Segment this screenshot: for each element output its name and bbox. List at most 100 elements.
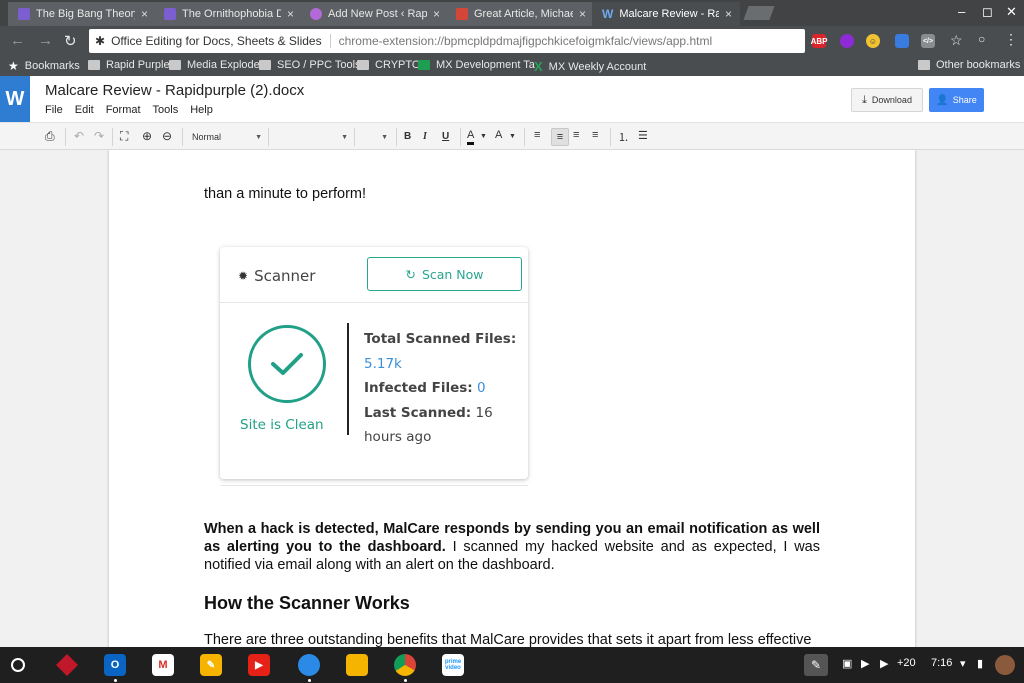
bulleted-list-icon[interactable]: ☰ [638,129,648,142]
document-page[interactable]: than a minute to perform! ✹ Scanner ↻ Sc… [109,150,915,647]
bookmark-seo-ppc-tools[interactable]: SEO / PPC Tools [259,59,361,71]
new-tab-button[interactable] [743,6,775,20]
tab-malcare-review[interactable]: W Malcare Review - Rapidpu × [592,2,740,26]
redo-icon[interactable]: ↷ [94,129,104,143]
code-extension-icon[interactable]: </> [921,34,935,48]
align-center-icon[interactable]: ≡ [551,128,569,146]
battery-icon[interactable]: ▮ [977,657,983,670]
chrome-menu-icon[interactable]: ⋮ [1004,31,1018,48]
youtube-notification-icon[interactable]: ▶ [880,657,888,670]
underline-button[interactable]: U [442,131,449,142]
checkmark-icon [271,353,303,375]
scanner-card-header: ✹ Scanner ↻ Scan Now [220,247,528,303]
restore-icon[interactable]: ◻ [982,4,993,20]
chrome-icon[interactable] [394,654,416,676]
paragraph-style-select[interactable]: Normal ▼ [186,128,266,146]
menu-file[interactable]: File [45,104,63,116]
keep-icon[interactable]: ✎ [200,654,222,676]
pixel-game-icon[interactable] [56,654,78,676]
image-notification-icon[interactable]: ▣ [842,657,852,670]
tab-close-icon[interactable]: × [287,7,294,21]
outlook-icon[interactable]: O [104,654,126,676]
align-justify-icon[interactable]: ≡ [592,129,598,141]
font-size-select[interactable]: ▼ [358,128,392,146]
chevron-down-icon[interactable]: ▼ [509,133,516,140]
numbered-list-icon[interactable]: ⒈ [618,129,629,145]
address-bar[interactable]: ✱ Office Editing for Docs, Sheets & Slid… [89,29,805,53]
blue-extension-icon[interactable] [895,34,909,48]
tab-great-article[interactable]: Great Article, Michael :) × [446,2,594,26]
share-button[interactable]: 👤 Share [929,88,984,112]
align-left-icon[interactable]: ≡ [534,129,540,141]
download-button[interactable]: ⤓ Download [851,88,923,112]
format-toolbar: ⎙ ↶ ↷ ⛶ ⊕ ⊖ Normal ▼ ▼ ▼ B I U A ▼ A ▼ ≡… [0,122,1024,150]
toolbar-divider [396,128,397,146]
tab-close-icon[interactable]: × [141,7,148,21]
chevron-down-icon: ▼ [255,133,262,141]
bookmark-mx-development[interactable]: MX Development Ta [418,59,535,71]
share-label: Share [952,95,977,105]
chevron-down-icon[interactable]: ▼ [480,133,487,140]
wifi-icon[interactable]: ▾ [960,657,966,670]
chevron-down-icon: ▼ [381,133,388,141]
bookmark-mx-weekly[interactable]: X MX Weekly Account [534,59,646,74]
font-family-select[interactable]: ▼ [272,128,352,146]
bold-button[interactable]: B [404,131,411,142]
tab-close-icon[interactable]: × [725,7,732,21]
stylus-pen-icon[interactable]: ✎ [804,654,828,676]
menu-tools[interactable]: Tools [153,104,179,116]
zoom-in-icon[interactable]: ⊕ [142,129,152,143]
fit-page-icon[interactable]: ⛶ [120,129,128,144]
menu-bar: File Edit Format Tools Help [45,104,213,116]
youtube-notification-icon[interactable]: ▶ [861,657,869,670]
gmail-icon[interactable]: M [152,654,174,676]
menu-help[interactable]: Help [190,104,213,116]
print-icon[interactable]: ⎙ [45,129,55,144]
files-icon[interactable] [298,654,320,676]
folder-icon [88,60,100,70]
reload-icon[interactable]: ↻ [64,32,77,50]
bookmark-media-explode[interactable]: Media Explode [169,59,260,71]
lightbulb-icon[interactable]: ○ [978,32,985,46]
star-icon: ★ [8,59,19,73]
window-close-icon[interactable]: ✕ [1006,4,1017,20]
tab-title: Add New Post ‹ Rapid Pu [328,8,427,20]
bookmark-star-icon[interactable]: ☆ [950,32,963,49]
adblock-plus-icon[interactable]: ABP [811,34,827,48]
align-right-icon[interactable]: ≡ [573,129,579,141]
back-icon[interactable]: ← [10,32,25,49]
purple-extension-icon[interactable] [840,34,854,48]
forward-icon[interactable]: → [38,32,53,49]
bookmarks-folder[interactable]: ★ Bookmarks [8,59,80,73]
emoji-extension-icon[interactable]: ☺ [866,34,880,48]
document-title[interactable]: Malcare Review - Rapidpurple (2).docx [45,82,304,99]
menu-format[interactable]: Format [106,104,141,116]
notification-count[interactable]: +20 [897,657,916,669]
bookmark-crypto[interactable]: CRYPTO [357,59,420,71]
prime-video-icon[interactable]: prime video [442,654,464,676]
tab-close-icon[interactable]: × [433,7,440,21]
tab-add-new-post[interactable]: Add New Post ‹ Rapid Pu × [300,2,448,26]
highlight-color-button[interactable]: A [495,129,502,141]
undo-icon[interactable]: ↶ [74,129,84,143]
total-files-label: Total Scanned Files: [364,331,517,347]
menu-edit[interactable]: Edit [75,104,94,116]
tab-big-bang-theory[interactable]: The Big Bang Theory | Th × [8,2,156,26]
tab-close-icon[interactable]: × [579,7,586,21]
youtube-icon[interactable]: ▶ [248,654,270,676]
zoom-out-icon[interactable]: ⊖ [162,129,172,143]
bookmark-label: SEO / PPC Tools [277,59,361,71]
total-files-value: 5.17k [364,355,402,372]
avatar[interactable] [995,655,1015,675]
docs-folder-icon[interactable] [346,654,368,676]
tab-ornithophobia[interactable]: The Ornithophobia Diffus × [154,2,302,26]
text-color-button[interactable]: A [467,129,475,145]
minimize-icon[interactable]: – [958,4,965,19]
other-bookmarks-folder[interactable]: Other bookmarks [918,59,1020,71]
italic-button[interactable]: I [423,131,427,142]
document-canvas[interactable]: than a minute to perform! ✹ Scanner ↻ Sc… [0,150,1024,647]
launcher-icon[interactable] [11,658,25,672]
clock[interactable]: 7:16 [931,657,952,669]
bookmark-rapid-purple[interactable]: Rapid Purple [88,59,170,71]
person-add-icon: 👤 [936,94,949,106]
